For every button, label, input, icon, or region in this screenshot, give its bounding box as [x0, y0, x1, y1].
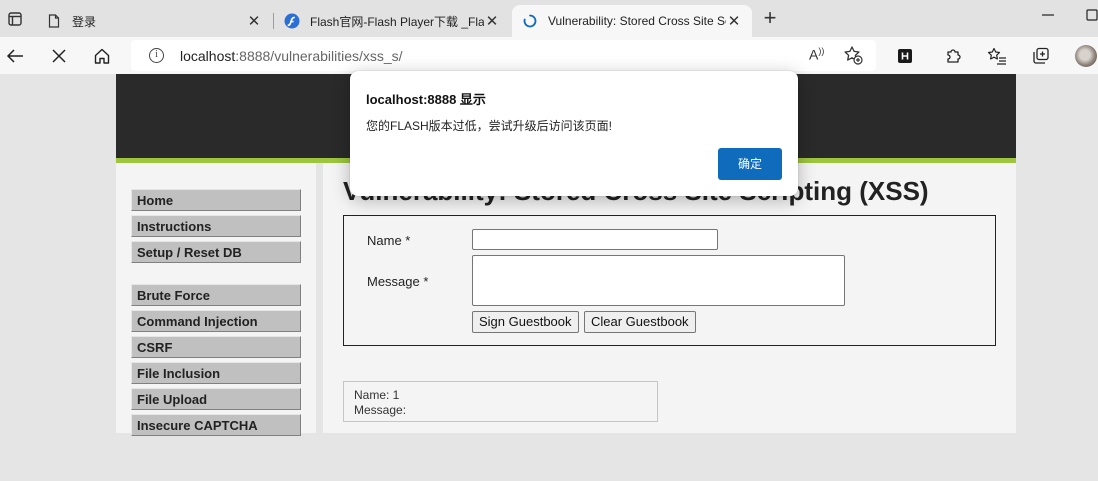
message-textarea[interactable]	[472, 255, 845, 306]
minimize-button[interactable]	[1038, 5, 1058, 25]
loading-spinner-icon	[522, 13, 538, 29]
add-favorite-button[interactable]	[843, 45, 863, 65]
dialog-message: 您的FLASH版本过低，尝试升级后访问该页面!	[366, 119, 613, 133]
extension-h-icon	[898, 49, 912, 63]
menu-item-file-inclusion[interactable]: File Inclusion	[131, 362, 301, 384]
tab-title: Vulnerability: Stored Cross Site Sc	[548, 14, 726, 28]
close-icon	[52, 49, 66, 63]
collections-button[interactable]	[1028, 43, 1054, 69]
info-icon[interactable]: i	[149, 48, 164, 63]
tab-close-icon[interactable]: ✕	[726, 13, 742, 30]
menu-item-file-upload[interactable]: File Upload	[131, 388, 301, 410]
menu-item-insecure-captcha[interactable]: Insecure CAPTCHA	[131, 414, 301, 436]
profile-button[interactable]	[1073, 43, 1098, 69]
favorites-button[interactable]	[984, 43, 1010, 69]
tab-close-icon[interactable]: ✕	[484, 13, 500, 30]
name-input[interactable]	[472, 229, 718, 250]
tab-title: 登录	[72, 14, 97, 29]
message-label: Message *	[367, 274, 429, 289]
read-aloud-icon: A	[809, 46, 819, 63]
home-button[interactable]	[89, 43, 115, 69]
guestbook-form: Name * Message * Sign Guestbook Clear Gu…	[343, 215, 996, 346]
favorites-list-icon	[987, 47, 1006, 65]
star-add-icon	[844, 46, 863, 65]
clear-guestbook-button[interactable]: Clear Guestbook	[584, 311, 696, 333]
menu-item-home[interactable]: Home	[131, 189, 301, 211]
tab-flash[interactable]: Flash官网-Flash Player下载 _Flash ✕	[274, 5, 510, 37]
dialog-title: localhost:8888 显示	[366, 92, 486, 107]
tab-actions-button[interactable]	[0, 5, 30, 32]
tab-title: Flash官网-Flash Player下载 _Flash	[310, 14, 484, 29]
new-tab-button[interactable]: +	[760, 7, 780, 29]
guestbook-entry: Name: 1 Message:	[343, 381, 658, 422]
flash-icon	[284, 13, 300, 29]
extensions-button[interactable]	[941, 43, 967, 69]
menu-item-setup-reset-db[interactable]: Setup / Reset DB	[131, 241, 301, 263]
tab-login[interactable]: 登录 ✕	[36, 5, 272, 37]
name-label: Name *	[367, 233, 411, 248]
address-bar[interactable]: i localhost:8888/vulnerabilities/xss_s/ …	[131, 40, 876, 71]
avatar	[1075, 45, 1097, 67]
back-button[interactable]	[2, 43, 28, 69]
menu-item-command-injection[interactable]: Command Injection	[131, 310, 301, 332]
ok-button[interactable]: 确定	[718, 148, 782, 180]
maximize-button[interactable]	[1082, 5, 1098, 25]
sign-guestbook-button[interactable]: Sign Guestbook	[472, 311, 579, 333]
tab-vulnerability[interactable]: Vulnerability: Stored Cross Site Sc ✕	[512, 5, 752, 37]
extension-button[interactable]	[892, 43, 918, 69]
alert-dialog: localhost:8888 显示 您的FLASH版本过低，尝试升级后访问该页面…	[350, 71, 798, 196]
tab-actions-icon	[8, 11, 22, 26]
menu-item-csrf[interactable]: CSRF	[131, 336, 301, 358]
stop-button[interactable]	[46, 43, 72, 69]
maximize-icon	[1086, 9, 1098, 21]
tab-close-icon[interactable]: ✕	[246, 13, 262, 30]
entry-name: Name: 1	[354, 388, 400, 402]
puzzle-icon	[947, 49, 961, 63]
minimize-icon	[1042, 14, 1054, 16]
menu-item-instructions[interactable]: Instructions	[131, 215, 301, 237]
document-icon	[46, 13, 62, 29]
back-arrow-icon	[6, 49, 23, 63]
tab-strip: 登录 ✕ Flash官网-Flash Player下载 _Flash ✕ Vul…	[0, 0, 1098, 37]
read-aloud-button[interactable]: A))	[809, 46, 824, 63]
menu-item-brute-force[interactable]: Brute Force	[131, 284, 301, 306]
entry-message: Message:	[354, 403, 407, 417]
collections-icon	[1033, 47, 1049, 64]
url-text[interactable]: localhost:8888/vulnerabilities/xss_s/	[180, 48, 403, 64]
browser-toolbar: i localhost:8888/vulnerabilities/xss_s/ …	[0, 37, 1098, 74]
column-divider	[316, 163, 323, 433]
home-icon	[94, 48, 110, 64]
